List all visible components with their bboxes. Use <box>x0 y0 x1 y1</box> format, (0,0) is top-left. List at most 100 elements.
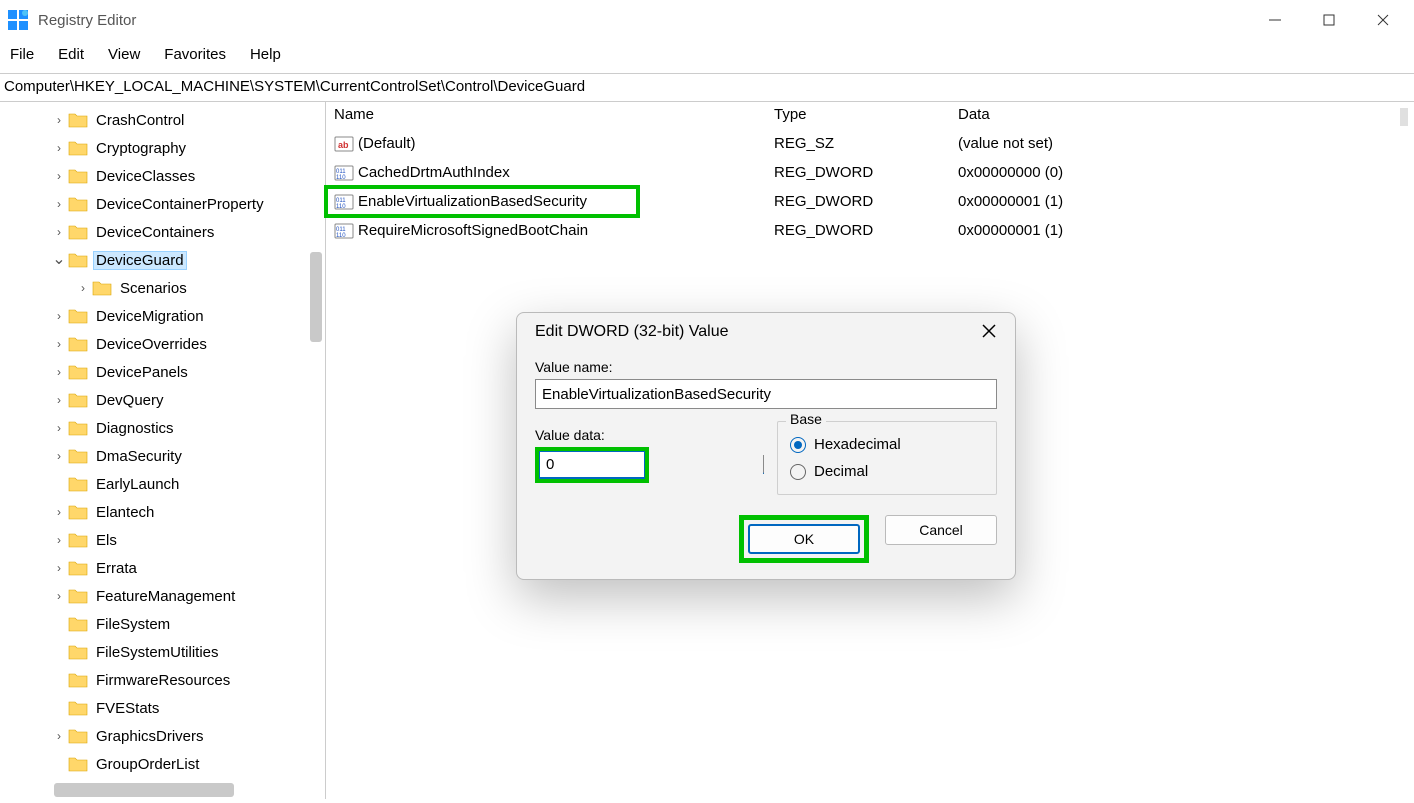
folder-icon <box>68 224 88 240</box>
chevron-right-icon[interactable]: › <box>52 449 66 463</box>
radio-hexadecimal[interactable]: Hexadecimal <box>790 436 984 453</box>
tree-item[interactable]: EarlyLaunch <box>0 470 325 498</box>
tree-item[interactable]: › DmaSecurity <box>0 442 325 470</box>
tree-item-label: DeviceContainerProperty <box>94 196 266 213</box>
chevron-right-icon[interactable]: › <box>76 281 90 295</box>
tree-item[interactable]: ⌄DeviceGuard <box>0 246 325 274</box>
chevron-right-icon[interactable]: › <box>52 337 66 351</box>
address-bar[interactable]: Computer\HKEY_LOCAL_MACHINE\SYSTEM\Curre… <box>0 73 1414 102</box>
menu-view[interactable]: View <box>108 46 140 63</box>
tree-item-label: FileSystem <box>94 616 172 633</box>
ok-button[interactable]: OK <box>748 524 860 554</box>
tree-item-label: DeviceClasses <box>94 168 197 185</box>
chevron-right-icon[interactable]: › <box>52 561 66 575</box>
values-scrollbar[interactable] <box>1400 108 1408 126</box>
value-type: REG_DWORD <box>774 193 958 210</box>
value-type: REG_DWORD <box>774 222 958 239</box>
minimize-button[interactable] <box>1266 11 1284 29</box>
folder-icon <box>68 560 88 576</box>
tree-item[interactable]: ›Elantech <box>0 498 325 526</box>
menu-edit[interactable]: Edit <box>58 46 84 63</box>
menu-help[interactable]: Help <box>250 46 281 63</box>
registry-tree[interactable]: ›CrashControl›Cryptography›DeviceClasses… <box>0 102 325 778</box>
tree-item[interactable]: ›DeviceMigration <box>0 302 325 330</box>
chevron-right-icon[interactable]: › <box>52 505 66 519</box>
chevron-right-icon[interactable]: › <box>52 225 66 239</box>
tree-item[interactable]: ›DeviceOverrides <box>0 330 325 358</box>
tree-item[interactable]: FileSystem <box>0 610 325 638</box>
chevron-right-icon[interactable]: › <box>52 589 66 603</box>
titlebar: Registry Editor <box>0 0 1414 40</box>
tree-item-label: GroupOrderList <box>94 756 201 773</box>
tree-item[interactable]: FirmwareResources <box>0 666 325 694</box>
tree-item[interactable]: › CrashControl <box>0 106 325 134</box>
tree-item[interactable]: FVEStats <box>0 694 325 722</box>
tree-item[interactable]: ›FeatureManagement <box>0 582 325 610</box>
tree-item-label: DmaSecurity <box>94 448 184 465</box>
folder-icon <box>68 616 88 632</box>
dialog-close-button[interactable] <box>981 323 999 341</box>
menubar: File Edit View Favorites Help <box>0 40 1414 73</box>
tree-item[interactable]: › DevicePanels <box>0 358 325 386</box>
svg-text:ab: ab <box>338 140 349 150</box>
tree-item[interactable]: ›DevQuery <box>0 386 325 414</box>
chevron-right-icon[interactable]: › <box>52 421 66 435</box>
tree-item-label: FirmwareResources <box>94 672 232 689</box>
column-header-name[interactable]: Name <box>326 106 774 123</box>
folder-icon <box>68 364 88 380</box>
chevron-right-icon[interactable]: › <box>52 113 66 127</box>
tree-item[interactable]: ›Els <box>0 526 325 554</box>
tree-vertical-scrollbar[interactable] <box>307 102 325 799</box>
chevron-right-icon[interactable]: › <box>52 197 66 211</box>
column-header-type[interactable]: Type <box>774 106 958 123</box>
chevron-right-icon[interactable]: › <box>52 141 66 155</box>
chevron-down-icon[interactable]: ⌄ <box>52 255 66 265</box>
tree-item[interactable]: ›Diagnostics <box>0 414 325 442</box>
tree-item[interactable]: ›DeviceContainers <box>0 218 325 246</box>
tree-scrollbar-thumb[interactable] <box>310 252 322 342</box>
tree-item[interactable]: › DeviceClasses <box>0 162 325 190</box>
tree-item-label: CrashControl <box>94 112 186 129</box>
tree-item[interactable]: GroupOrderList <box>0 750 325 778</box>
menu-favorites[interactable]: Favorites <box>164 46 226 63</box>
folder-icon <box>68 196 88 212</box>
radio-dec-label: Decimal <box>814 463 868 480</box>
tree-pane: ›CrashControl›Cryptography›DeviceClasses… <box>0 102 326 799</box>
radio-hex-label: Hexadecimal <box>814 436 901 453</box>
tree-horizontal-scrollbar[interactable] <box>54 783 234 797</box>
column-header-data[interactable]: Data <box>958 106 1414 123</box>
tree-item[interactable]: › Scenarios <box>0 274 325 302</box>
maximize-button[interactable] <box>1320 11 1338 29</box>
cancel-button[interactable]: Cancel <box>885 515 997 545</box>
chevron-right-icon[interactable]: › <box>52 309 66 323</box>
chevron-right-icon[interactable]: › <box>52 169 66 183</box>
chevron-right-icon[interactable]: › <box>52 393 66 407</box>
radio-decimal[interactable]: Decimal <box>790 463 984 480</box>
dialog-titlebar: Edit DWORD (32-bit) Value <box>517 313 1015 349</box>
tree-item-label: EarlyLaunch <box>94 476 181 493</box>
tree-item-label: FileSystemUtilities <box>94 644 221 661</box>
tree-item[interactable]: ›GraphicsDrivers <box>0 722 325 750</box>
value-row[interactable]: 011110RequireMicrosoftSignedBootChainREG… <box>326 216 1414 245</box>
chevron-right-icon[interactable]: › <box>52 533 66 547</box>
chevron-right-icon[interactable]: › <box>52 365 66 379</box>
tree-item[interactable]: ›Errata <box>0 554 325 582</box>
base-groupbox: Base Hexadecimal Decimal <box>777 421 997 495</box>
value-row[interactable]: 011110EnableVirtualizationBasedSecurity <box>326 187 638 216</box>
tree-item[interactable]: FileSystemUtilities <box>0 638 325 666</box>
folder-icon <box>68 168 88 184</box>
tree-item-label: Scenarios <box>118 280 189 297</box>
folder-icon <box>68 112 88 128</box>
value-data-input[interactable] <box>539 451 645 479</box>
tree-item[interactable]: › DeviceContainerProperty <box>0 190 325 218</box>
close-button[interactable] <box>1374 11 1392 29</box>
value-row[interactable]: ab(Default)REG_SZ(value not set) <box>326 129 1414 158</box>
menu-file[interactable]: File <box>10 46 34 63</box>
tree-item-label: DevicePanels <box>94 364 190 381</box>
value-name-field[interactable]: EnableVirtualizationBasedSecurity <box>535 379 997 409</box>
tree-item[interactable]: ›Cryptography <box>0 134 325 162</box>
chevron-right-icon[interactable]: › <box>52 729 66 743</box>
value-row[interactable]: 011110CachedDrtmAuthIndexREG_DWORD0x0000… <box>326 158 1414 187</box>
folder-icon <box>68 700 88 716</box>
folder-icon <box>68 308 88 324</box>
